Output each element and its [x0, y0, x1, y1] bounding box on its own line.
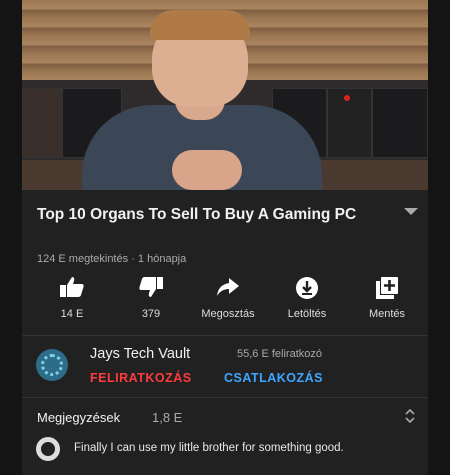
video-led — [344, 95, 350, 101]
subscriber-count: 55,6 E feliratkozó — [237, 348, 322, 360]
presenter-hands — [172, 150, 242, 190]
divider — [22, 335, 428, 336]
channel-name[interactable]: Jays Tech Vault — [90, 346, 190, 362]
save-label: Mentés — [368, 308, 406, 320]
dislike-button[interactable]: 379 — [111, 276, 191, 320]
like-count: 14 E — [60, 308, 84, 320]
add-to-playlist-icon — [347, 276, 427, 300]
video-shelf — [22, 88, 62, 158]
expand-comments-icon[interactable] — [405, 408, 415, 424]
view-count: 124 E megtekintés — [37, 253, 129, 265]
download-label: Letöltés — [287, 308, 327, 320]
video-player[interactable] — [22, 0, 428, 190]
save-button[interactable]: Mentés — [347, 276, 427, 320]
thumbs-down-icon — [111, 276, 191, 300]
download-icon — [267, 276, 347, 300]
top-comment[interactable]: Finally I can use my little brother for … — [74, 442, 344, 454]
commenter-avatar[interactable] — [36, 437, 60, 461]
video-meta: 124 E megtekintés · 1 hónapja — [37, 253, 186, 265]
like-button[interactable]: 14 E — [32, 276, 112, 320]
share-button[interactable]: Megosztás — [188, 276, 268, 320]
comments-count: 1,8 E — [152, 410, 183, 425]
channel-avatar[interactable] — [36, 349, 68, 381]
chevron-down-icon[interactable] — [404, 208, 418, 215]
join-button[interactable]: CSATLAKOZÁS — [224, 371, 323, 385]
divider — [22, 397, 428, 398]
download-button[interactable]: Letöltés — [267, 276, 347, 320]
share-label: Megosztás — [201, 308, 255, 320]
subscribe-button[interactable]: FELIRATKOZÁS — [90, 371, 192, 385]
youtube-watch-page: Top 10 Organs To Sell To Buy A Gaming PC… — [22, 0, 428, 475]
meta-separator: · — [131, 253, 135, 265]
commenter-avatar-inner — [41, 442, 55, 456]
video-shelf — [372, 88, 428, 158]
video-presenter — [62, 10, 342, 190]
gear-icon — [41, 354, 63, 376]
dislike-count: 379 — [141, 308, 161, 320]
video-title[interactable]: Top 10 Organs To Sell To Buy A Gaming PC — [37, 205, 377, 225]
thumbs-up-icon — [32, 276, 112, 300]
comments-header[interactable]: Megjegyzések — [37, 410, 120, 425]
share-icon — [188, 276, 268, 300]
upload-age: 1 hónapja — [137, 253, 187, 265]
presenter-hair — [150, 10, 250, 40]
action-row: 14 E 379 Megosztás Letöltés Mentés — [22, 276, 428, 326]
